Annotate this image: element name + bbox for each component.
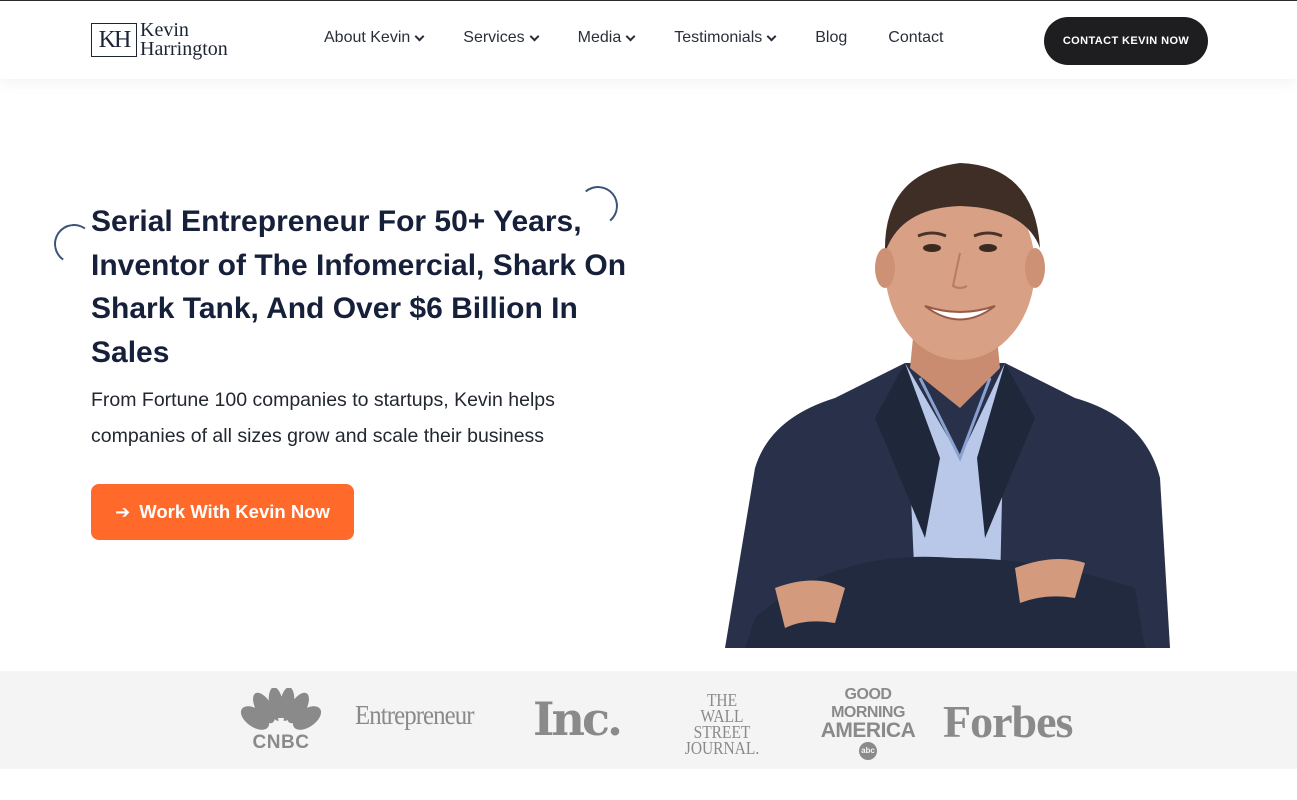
- cnbc-logo: CNBC: [237, 687, 325, 754]
- chevron-down-icon: [766, 31, 777, 41]
- kevin-portrait-photo: [725, 163, 1170, 648]
- nav-testimonials[interactable]: Testimonials: [674, 29, 777, 47]
- nav-media[interactable]: Media: [578, 29, 636, 47]
- arrow-right-icon: ➔: [115, 501, 131, 522]
- abc-badge: abc: [859, 742, 877, 760]
- peacock-icon: [240, 687, 322, 732]
- hero-headline: Serial Entrepreneur For 50+ Years, Inven…: [91, 205, 627, 369]
- nav-about-kevin[interactable]: About Kevin: [324, 29, 425, 47]
- press-logos-bar: [0, 671, 1297, 769]
- main-nav: About Kevin Services Media Testimonials …: [324, 29, 943, 47]
- site-header: KH Kevin Harrington About Kevin Services…: [0, 0, 1297, 79]
- nav-contact[interactable]: Contact: [888, 29, 943, 47]
- entrepreneur-logo: Entrepreneur: [355, 700, 475, 730]
- work-with-kevin-label: Work With Kevin Now: [139, 501, 330, 522]
- wall-street-journal-logo: THE WALL STREET JOURNAL.: [684, 690, 760, 758]
- nav-blog[interactable]: Blog: [815, 29, 847, 47]
- logo-monogram: KH: [91, 23, 137, 57]
- chevron-down-icon: [625, 31, 636, 41]
- logo-wordmark: Kevin Harrington: [140, 19, 228, 60]
- forbes-logo: Forbes: [943, 696, 1073, 747]
- chevron-down-icon: [529, 31, 540, 41]
- hero-subtext: From Fortune 100 companies to startups, …: [91, 389, 555, 447]
- inc-logo: Inc.: [533, 692, 623, 746]
- chevron-down-icon: [414, 31, 425, 41]
- nav-services[interactable]: Services: [463, 29, 540, 47]
- cnbc-wordmark: CNBC: [252, 732, 310, 753]
- good-morning-america-logo: GOOD MORNING AMERICA abc: [820, 686, 916, 760]
- site-logo[interactable]: KH Kevin Harrington: [91, 19, 228, 60]
- contact-kevin-now-button[interactable]: CONTACT KEVIN NOW: [1044, 17, 1208, 65]
- work-with-kevin-button[interactable]: ➔ Work With Kevin Now: [91, 484, 354, 540]
